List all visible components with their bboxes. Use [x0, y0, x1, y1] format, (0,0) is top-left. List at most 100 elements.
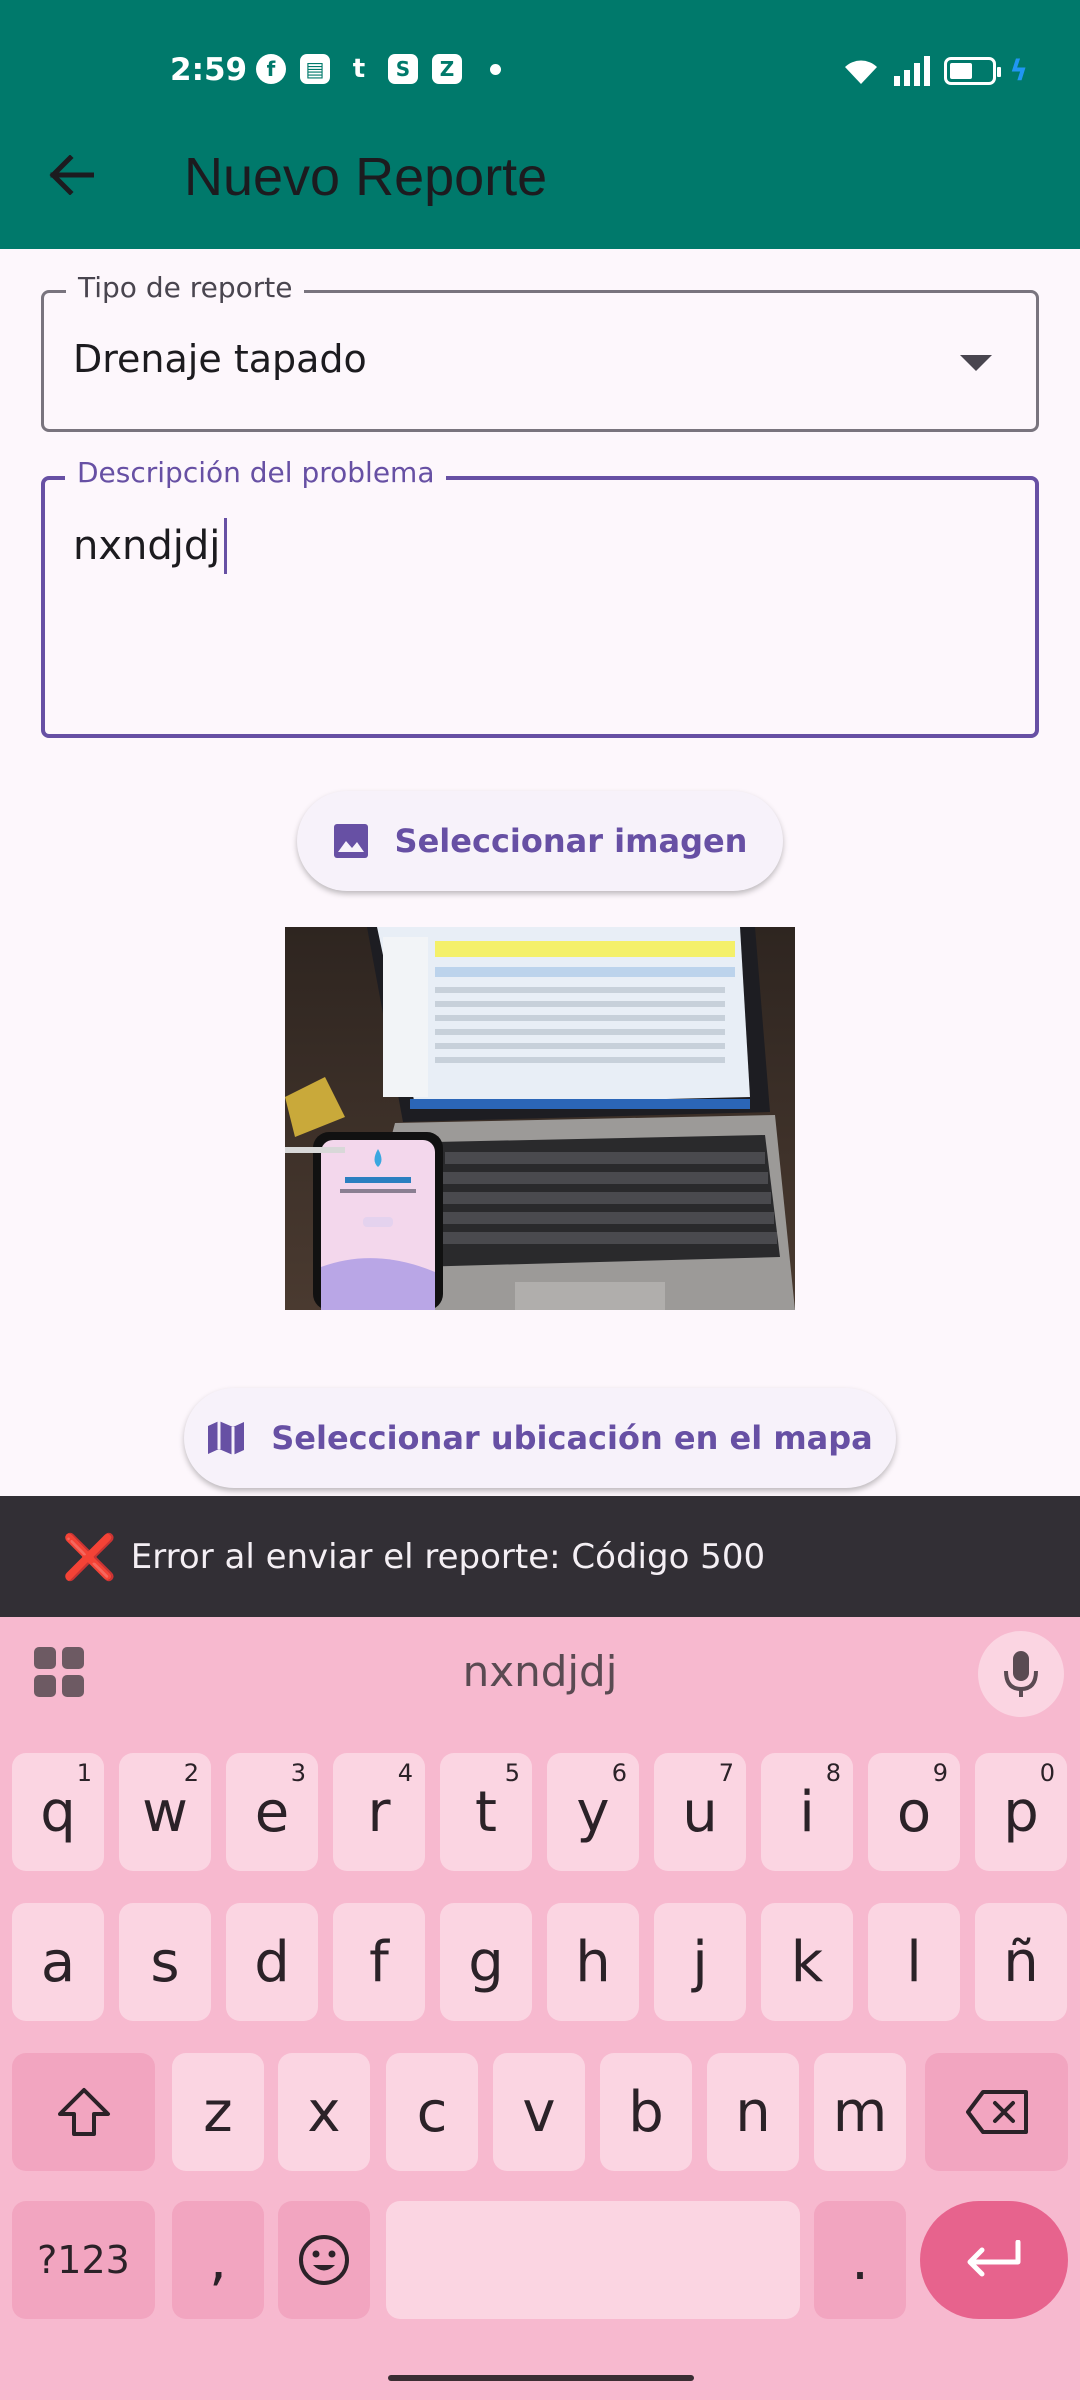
report-type-label: Tipo de reporte: [66, 271, 305, 304]
emoji-key[interactable]: [278, 2201, 370, 2319]
home-indicator[interactable]: [388, 2375, 694, 2381]
key-hint: 5: [504, 1759, 520, 1787]
key-r[interactable]: r4: [333, 1753, 425, 1871]
key-h[interactable]: h: [547, 1903, 639, 2021]
key-hint: 9: [932, 1759, 948, 1787]
backspace-key[interactable]: [925, 2053, 1068, 2171]
emoji-icon: [299, 2235, 349, 2285]
report-type-dropdown[interactable]: Tipo de reporte Drenaje tapado: [41, 271, 1039, 432]
key-f[interactable]: f: [333, 1903, 425, 2021]
key-m[interactable]: m: [814, 2053, 906, 2171]
keyboard-toolbar: nxndjdj: [0, 1617, 1080, 1729]
image-icon: [333, 824, 368, 858]
key-label: t: [475, 1779, 497, 1845]
key-x[interactable]: x: [278, 2053, 370, 2171]
notification-icons: f ▤ t S Z: [256, 54, 501, 84]
map-icon: [208, 1421, 245, 1455]
text-cursor: [224, 518, 228, 574]
photo-illustration: [285, 927, 795, 1310]
key-g[interactable]: g: [440, 1903, 532, 2021]
battery-icon: [943, 56, 1001, 85]
key-k[interactable]: k: [761, 1903, 853, 2021]
key-n-tilde[interactable]: ñ: [975, 1903, 1067, 2021]
key-hint: 8: [825, 1759, 841, 1787]
key-n[interactable]: n: [707, 2053, 799, 2171]
key-label: o: [896, 1779, 932, 1845]
key-y[interactable]: y6: [547, 1753, 639, 1871]
key-d[interactable]: d: [226, 1903, 318, 2021]
zulip-icon: Z: [432, 54, 462, 84]
key-label: u: [682, 1779, 718, 1845]
key-hint: 4: [397, 1759, 413, 1787]
comma-key[interactable]: ,: [172, 2201, 264, 2319]
dropdown-arrow-icon: [960, 355, 992, 371]
enter-icon: [967, 2240, 1021, 2277]
description-text: nxndjdj: [73, 523, 221, 569]
select-location-button[interactable]: Seleccionar ubicación en el mapa: [184, 1388, 896, 1488]
selected-image-preview: [285, 927, 795, 1310]
skype-icon: S: [388, 54, 418, 84]
app-bar: 2:59 f ▤ t S Z ϟ Nuevo Reporte: [0, 0, 1080, 249]
description-label: Descripción del problema: [65, 456, 447, 489]
key-p[interactable]: p0: [975, 1753, 1067, 1871]
key-hint: 1: [76, 1759, 92, 1787]
key-label: p: [1003, 1779, 1039, 1845]
microphone-icon: [1004, 1651, 1038, 1697]
key-u[interactable]: u7: [654, 1753, 746, 1871]
key-s[interactable]: s: [119, 1903, 211, 2021]
select-location-label: Seleccionar ubicación en el mapa: [271, 1419, 873, 1457]
arrow-back-icon: [49, 155, 94, 195]
description-value-wrap: nxndjdj: [73, 518, 228, 574]
key-c[interactable]: c: [386, 2053, 478, 2171]
microphone-button[interactable]: [978, 1631, 1064, 1717]
tumblr-icon: t: [352, 54, 366, 84]
backspace-icon: [965, 2090, 1028, 2134]
space-key[interactable]: [386, 2201, 800, 2319]
key-hint: 7: [718, 1759, 734, 1787]
select-image-button[interactable]: Seleccionar imagen: [297, 791, 783, 891]
key-v[interactable]: v: [493, 2053, 585, 2171]
keyboard-suggestion[interactable]: nxndjdj: [0, 1647, 1080, 1696]
facebook-icon: f: [256, 54, 286, 84]
symbols-key[interactable]: ?123: [12, 2201, 155, 2319]
key-w[interactable]: w2: [119, 1753, 211, 1871]
report-type-value: Drenaje tapado: [73, 337, 367, 381]
back-button[interactable]: [40, 144, 102, 206]
key-label: r: [367, 1779, 391, 1845]
key-label: y: [576, 1779, 610, 1845]
key-label: q: [40, 1779, 76, 1845]
key-l[interactable]: l: [868, 1903, 960, 2021]
error-icon: ❌: [62, 1531, 117, 1583]
error-snackbar: ❌ Error al enviar el reporte: Código 500: [0, 1496, 1080, 1617]
period-key[interactable]: .: [814, 2201, 906, 2319]
signal-icon: [893, 55, 930, 86]
status-bar: 2:59 f ▤ t S Z ϟ: [0, 0, 1080, 140]
key-label: e: [254, 1779, 290, 1845]
contact-card-icon: ▤: [300, 54, 330, 84]
key-e[interactable]: e3: [226, 1753, 318, 1871]
key-b[interactable]: b: [600, 2053, 692, 2171]
key-i[interactable]: i8: [761, 1753, 853, 1871]
more-notifications-dot: [490, 63, 501, 75]
key-hint: 3: [290, 1759, 306, 1787]
key-label: w: [142, 1779, 188, 1845]
system-icons: ϟ: [842, 54, 1028, 87]
shift-key[interactable]: [12, 2053, 155, 2171]
key-hint: 6: [611, 1759, 627, 1787]
select-image-label: Seleccionar imagen: [394, 822, 748, 860]
description-input[interactable]: Descripción del problema nxndjdj: [41, 456, 1039, 738]
key-o[interactable]: o9: [868, 1753, 960, 1871]
enter-key[interactable]: [920, 2201, 1068, 2319]
key-hint: 0: [1039, 1759, 1055, 1787]
soft-keyboard: nxndjdj q1 w2 e3 r4 t5 y6 u7 i8 o9 p0 a …: [0, 1617, 1080, 2400]
key-z[interactable]: z: [172, 2053, 264, 2171]
key-q[interactable]: q1: [12, 1753, 104, 1871]
key-a[interactable]: a: [12, 1903, 104, 2021]
key-label: i: [799, 1779, 815, 1845]
error-message: Error al enviar el reporte: Código 500: [130, 1536, 766, 1577]
status-time: 2:59: [170, 52, 248, 88]
key-j[interactable]: j: [654, 1903, 746, 2021]
key-hint: 2: [183, 1759, 199, 1787]
key-t[interactable]: t5: [440, 1753, 532, 1871]
shift-icon: [57, 2088, 110, 2136]
